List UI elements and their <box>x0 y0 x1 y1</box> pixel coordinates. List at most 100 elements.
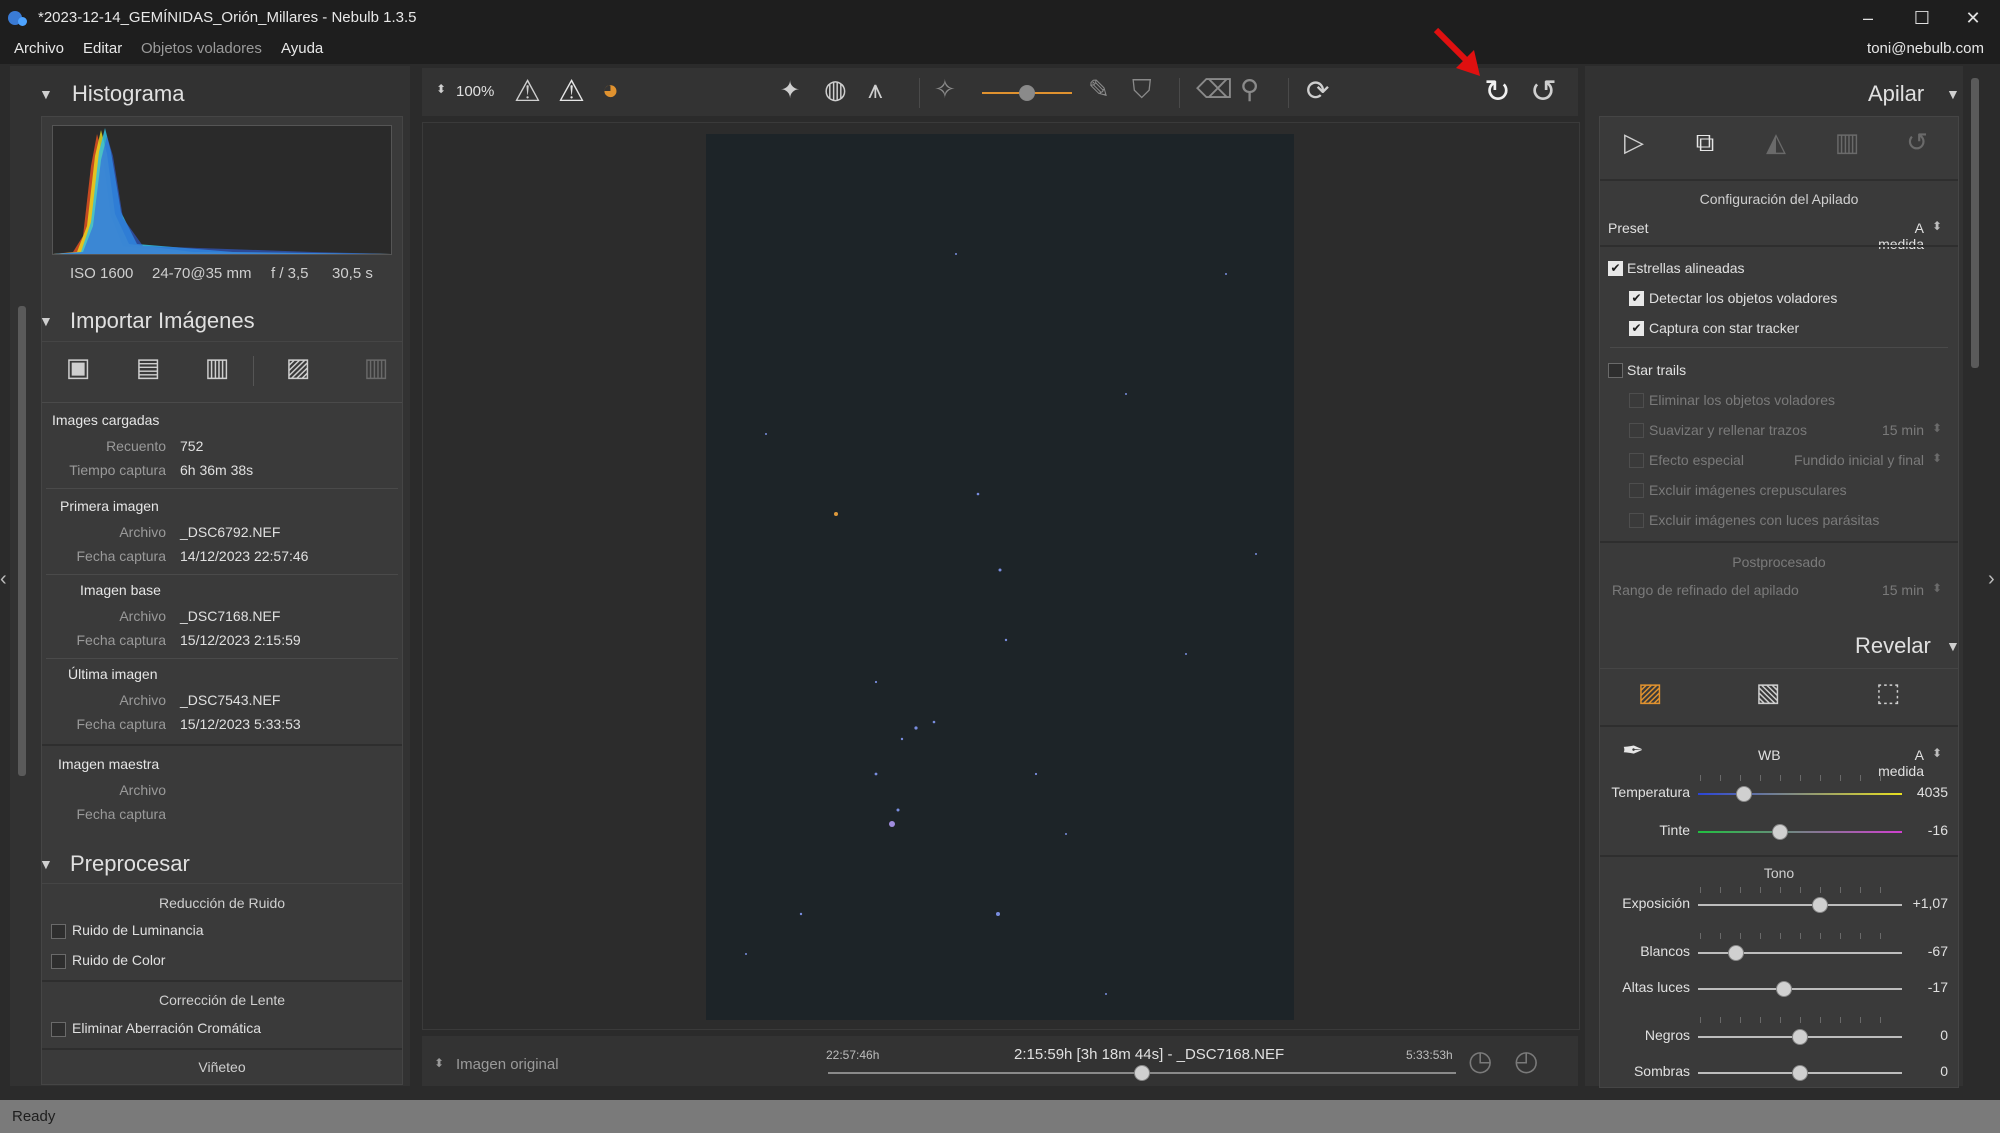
special-effect-label: Efecto especial <box>1649 452 1744 468</box>
date-label: Fecha captura <box>76 632 167 648</box>
left-scrollbar[interactable] <box>18 306 26 776</box>
brush-size-slider-knob[interactable] <box>1019 85 1035 101</box>
user-account[interactable]: toni@nebulb.com <box>1867 40 1984 57</box>
develop-crop-icon[interactable]: ⬚ <box>1866 677 1910 708</box>
temperature-knob[interactable] <box>1736 786 1752 802</box>
timeline-start: 22:57:46h <box>826 1048 880 1062</box>
tower-icon[interactable]: ⩚ <box>868 74 883 106</box>
sky-photo[interactable] <box>706 134 1294 1020</box>
planet-icon[interactable]: ◍ <box>824 74 847 105</box>
develop-landscape-icon[interactable]: ▧ <box>1746 677 1790 708</box>
collapse-import-icon[interactable]: ▼ <box>39 313 53 329</box>
star-trails-checkbox[interactable] <box>1608 363 1623 378</box>
zoom-value[interactable]: 100% <box>456 83 494 100</box>
refine-stepper-icon: ⬍ <box>1932 581 1943 595</box>
aligned-stars-checkbox[interactable]: ✔ <box>1608 261 1623 276</box>
exposure-ticks <box>1700 887 1900 893</box>
eraser-icon[interactable]: ⌫ <box>1196 74 1233 105</box>
stack-play-icon[interactable]: ▷ <box>1614 127 1654 158</box>
close-button[interactable]: ✕ <box>1953 6 1993 30</box>
chromatic-aberration-checkbox[interactable] <box>51 1022 66 1037</box>
broom-icon[interactable]: ⚲ <box>1240 74 1259 105</box>
warning-filled-icon[interactable]: ⚠ <box>558 74 585 109</box>
blacks-knob[interactable] <box>1792 1029 1808 1045</box>
undo-icon[interactable]: ↺ <box>1530 72 1557 110</box>
import-folder-icon[interactable]: ▤ <box>128 352 168 383</box>
warning-outline-icon[interactable]: ⚠ <box>514 74 541 109</box>
menu-archivo[interactable]: Archivo <box>14 40 64 57</box>
whites-knob[interactable] <box>1728 945 1744 961</box>
vignette-title: Viñeteo <box>198 1059 246 1075</box>
collapse-stack-icon[interactable]: ▼ <box>1946 86 1960 102</box>
temperature-slider[interactable] <box>1698 793 1902 795</box>
highlights-slider[interactable] <box>1698 988 1902 990</box>
exposure-slider[interactable] <box>1698 904 1902 906</box>
menu-ayuda[interactable]: Ayuda <box>281 40 323 57</box>
blacks-label: Negros <box>1644 1027 1690 1043</box>
palette-icon[interactable]: ◕ <box>602 74 619 106</box>
zoom-stepper-icon[interactable]: ⬍ <box>436 82 446 96</box>
remove-flying-checkbox <box>1629 393 1644 408</box>
magic-wand-icon[interactable]: ✧ <box>934 74 956 105</box>
paint-bucket-icon[interactable]: ⛉ <box>1132 74 1152 106</box>
star-trails-label: Star trails <box>1627 362 1687 378</box>
star-tracker-checkbox[interactable]: ✔ <box>1629 321 1644 336</box>
collapse-right-panel-icon[interactable]: › <box>1988 568 1995 591</box>
develop-image-icon[interactable]: ▨ <box>1628 677 1672 708</box>
import-images-icon[interactable]: ▣ <box>58 352 98 383</box>
preset-select[interactable]: A medida <box>1872 220 1924 252</box>
tint-knob[interactable] <box>1772 824 1788 840</box>
parasite-lights-checkbox <box>1629 513 1644 528</box>
color-noise-checkbox[interactable] <box>51 954 66 969</box>
stack-layers-icon[interactable]: ⧉ <box>1685 127 1725 159</box>
history-back-icon[interactable]: ◴ <box>1514 1044 1538 1077</box>
aligned-stars-label: Estrellas alineadas <box>1627 260 1745 276</box>
temperature-label: Temperatura <box>1611 784 1690 800</box>
timeline-current: 2:15:59h [3h 18m 44s] - _DSC7168.NEF <box>1014 1046 1285 1063</box>
timeline-slider-knob[interactable] <box>1134 1065 1150 1081</box>
eyedropper-icon[interactable]: ✒ <box>1622 735 1644 766</box>
wb-stepper-icon[interactable]: ⬍ <box>1932 746 1942 760</box>
history-clock-icon[interactable]: ◷ <box>1468 1044 1492 1077</box>
first-date-value: 14/12/2023 22:57:46 <box>180 548 309 564</box>
aperture-value: f / 3,5 <box>271 265 309 282</box>
menu-editar[interactable]: Editar <box>83 40 122 57</box>
import-master-icon[interactable]: ▨ <box>278 352 318 383</box>
exposure-knob[interactable] <box>1812 897 1828 913</box>
luminance-noise-checkbox[interactable] <box>51 924 66 939</box>
highlights-knob[interactable] <box>1776 981 1792 997</box>
minimize-button[interactable]: – <box>1848 6 1888 30</box>
image-mode-select[interactable]: Imagen original <box>456 1056 559 1073</box>
smooth-trails-label: Suavizar y rellenar trazos <box>1649 422 1807 438</box>
import-disabled-icon: ▥ <box>363 352 389 382</box>
file-label: Archivo <box>119 524 166 540</box>
toolbar-divider <box>919 78 920 108</box>
tint-label: Tinte <box>1659 822 1690 838</box>
collapse-develop-icon[interactable]: ▼ <box>1946 638 1960 654</box>
shadows-knob[interactable] <box>1792 1065 1808 1081</box>
title-bar: *2023-12-14_GEMÍNIDAS_Orión_Millares - N… <box>0 0 2000 36</box>
date-label: Fecha captura <box>76 806 167 822</box>
divider <box>42 744 402 746</box>
refresh-icon[interactable]: ⟳ <box>1306 74 1329 107</box>
preset-stepper-icon[interactable]: ⬍ <box>1932 219 1942 233</box>
postprocess-title: Postprocesado <box>1732 554 1826 570</box>
divider <box>1600 245 1958 247</box>
stars-icon[interactable]: ✦ <box>780 76 800 105</box>
maximize-button[interactable]: ☐ <box>1902 6 1942 30</box>
tint-slider[interactable] <box>1698 831 1902 833</box>
mode-stepper-icon[interactable]: ⬍ <box>434 1056 444 1070</box>
divider <box>46 488 398 489</box>
import-clipboard-icon[interactable]: ▥ <box>197 352 237 383</box>
brush-icon[interactable]: ✎ <box>1088 74 1110 105</box>
menu-objetos-voladores[interactable]: Objetos voladores <box>141 40 262 57</box>
right-scrollbar[interactable] <box>1971 78 1979 368</box>
collapse-histogram-icon[interactable]: ▼ <box>39 86 53 102</box>
histogram-title: Histograma <box>72 81 185 106</box>
collapse-preprocess-icon[interactable]: ▼ <box>39 856 53 872</box>
collapse-left-panel-icon[interactable]: ‹ <box>0 568 7 591</box>
refine-range-label: Rango de refinado del apilado <box>1612 582 1799 598</box>
detect-flying-checkbox[interactable]: ✔ <box>1629 291 1644 306</box>
import-title: Importar Imágenes <box>70 308 255 333</box>
divider <box>46 574 398 575</box>
